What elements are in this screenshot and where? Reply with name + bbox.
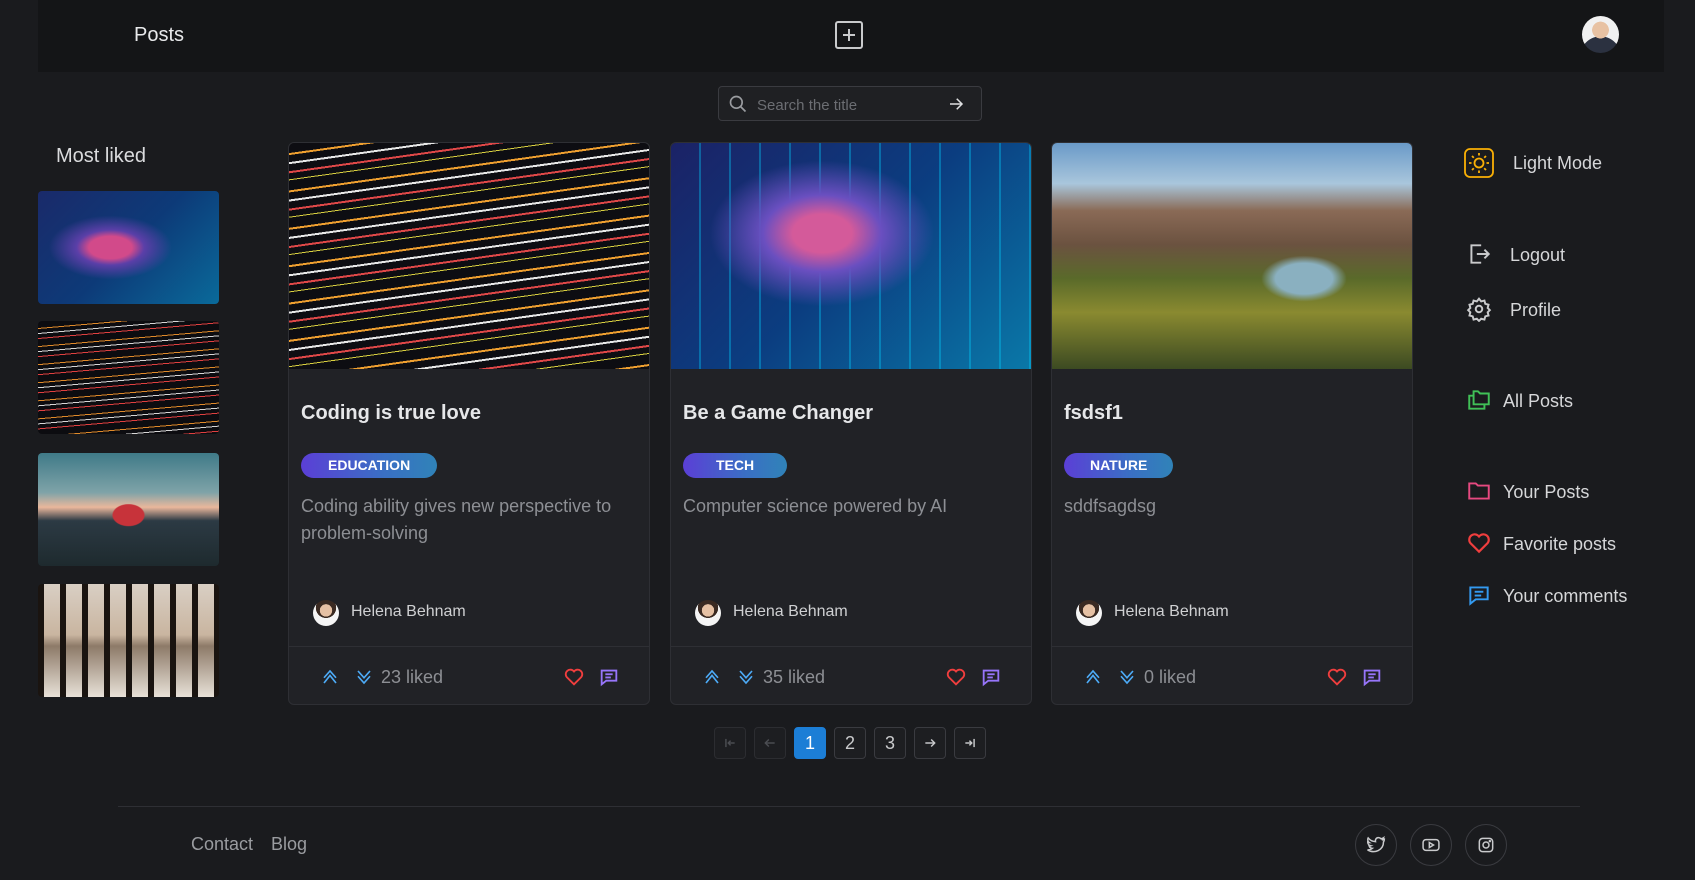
author-name: Helena Behnam (1114, 603, 1229, 620)
gear-icon (1466, 297, 1492, 322)
author-avatar (695, 600, 721, 626)
most-liked-thumb[interactable] (38, 584, 219, 697)
page-button[interactable]: 2 (834, 727, 866, 759)
post-footer: 35 liked (671, 646, 1031, 704)
youtube-button[interactable] (1410, 824, 1452, 866)
author-name: Helena Behnam (351, 603, 466, 620)
youtube-icon (1422, 838, 1440, 852)
post-card[interactable]: Coding is true love EDUCATION Coding abi… (288, 142, 650, 705)
arrow-left-icon (764, 738, 775, 748)
search-input[interactable] (755, 93, 939, 117)
heart-icon[interactable] (1326, 666, 1348, 688)
most-liked-thumb[interactable] (38, 191, 219, 304)
post-description: Coding ability gives new perspective to … (301, 496, 612, 543)
post-image (671, 143, 1031, 369)
last-page-button[interactable] (954, 727, 986, 759)
page-title: Posts (134, 24, 185, 46)
post-image (1052, 143, 1412, 369)
author-name: Helena Behnam (733, 603, 848, 620)
logout-label: Logout (1510, 245, 1566, 265)
downvote-icon[interactable] (355, 668, 373, 686)
heart-icon (1468, 533, 1490, 554)
author-avatar (1076, 600, 1102, 626)
heart-icon[interactable] (563, 666, 585, 688)
most-liked-thumb[interactable] (38, 453, 219, 566)
post-title[interactable]: Coding is true love (301, 402, 481, 425)
your-comments-label: Your comments (1503, 586, 1628, 606)
footer-divider (118, 806, 1580, 807)
post-card[interactable]: fsdsf1 NATURE sddfsagdsg Helena Behnam 0… (1051, 142, 1413, 705)
contact-link[interactable]: Contact (191, 834, 253, 855)
downvote-icon[interactable] (737, 668, 755, 686)
downvote-icon[interactable] (1118, 668, 1136, 686)
category-badge: EDUCATION (301, 453, 438, 478)
all-posts-label: All Posts (1503, 391, 1574, 411)
category-badge: NATURE (1064, 453, 1174, 478)
post-title[interactable]: fsdsf1 (1064, 402, 1123, 425)
page-button[interactable]: 3 (874, 727, 906, 759)
next-page-button[interactable] (914, 727, 946, 759)
folders-icon (1468, 390, 1490, 410)
upvote-icon[interactable] (321, 668, 339, 686)
liked-count: 0 liked (1144, 667, 1197, 687)
blog-link[interactable]: Blog (271, 834, 307, 855)
first-page-icon (725, 738, 735, 748)
arrow-right-icon (925, 738, 936, 748)
previous-page-button[interactable] (754, 727, 786, 759)
plus-square-icon[interactable] (835, 21, 863, 49)
upvote-icon[interactable] (703, 668, 721, 686)
first-page-button[interactable] (714, 727, 746, 759)
most-liked-thumb[interactable] (38, 321, 219, 434)
post-description: sddfsagdsg (1064, 496, 1157, 516)
logout-icon (1470, 244, 1491, 264)
page-button[interactable]: 1 (794, 727, 826, 759)
message-icon[interactable] (980, 666, 1002, 688)
user-avatar[interactable] (1582, 16, 1619, 53)
last-page-icon (965, 738, 975, 748)
top-header: Posts (38, 0, 1664, 72)
post-title[interactable]: Be a Game Changer (683, 402, 873, 425)
search-box (718, 86, 982, 121)
post-image (289, 143, 649, 369)
most-liked-title: Most liked (56, 145, 147, 167)
profile-label: Profile (1510, 300, 1562, 320)
instagram-button[interactable] (1465, 824, 1507, 866)
author-avatar (313, 600, 339, 626)
twitter-icon (1366, 836, 1386, 853)
search-icon (729, 95, 747, 113)
heart-icon[interactable] (945, 666, 967, 688)
your-posts-label: Your Posts (1503, 482, 1590, 502)
favorite-posts-label: Favorite posts (1503, 534, 1617, 554)
liked-count: 23 liked (381, 667, 444, 687)
sun-icon (1464, 148, 1494, 178)
message-icon[interactable] (1361, 666, 1383, 688)
message-icon (1469, 586, 1489, 606)
instagram-icon (1478, 837, 1494, 853)
message-icon[interactable] (598, 666, 620, 688)
light-mode-label: Light Mode (1513, 153, 1603, 173)
arrow-right-icon[interactable] (947, 95, 965, 113)
post-footer: 0 liked (1052, 646, 1412, 704)
post-card[interactable]: Be a Game Changer TECH Computer science … (670, 142, 1032, 705)
category-badge: TECH (683, 453, 788, 478)
post-description: Computer science powered by AI (683, 496, 948, 516)
liked-count: 35 liked (763, 667, 826, 687)
folder-icon (1468, 482, 1490, 500)
post-footer: 23 liked (289, 646, 649, 704)
twitter-button[interactable] (1355, 824, 1397, 866)
upvote-icon[interactable] (1084, 668, 1102, 686)
